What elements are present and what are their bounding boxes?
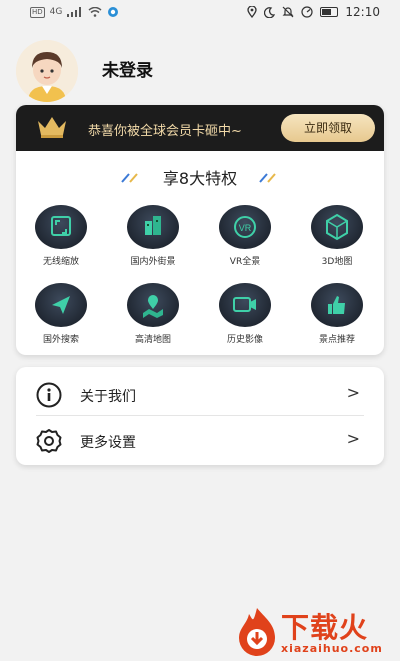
avatar-icon: [16, 40, 78, 102]
avatar[interactable]: [16, 40, 78, 102]
privilege-item-zoom[interactable]: 无线缩放: [16, 205, 106, 267]
privileges-title: 享8大特权: [162, 169, 238, 188]
settings-gear-icon: [36, 429, 62, 453]
street-view-icon: [127, 205, 179, 249]
watermark-domain: xiazaihuo.com: [281, 642, 383, 655]
map-pin-icon: [127, 283, 179, 327]
vip-card: 恭喜你被全球会员卡砸中~ 立即领取 享8大特权 无线缩放 国内外街景 VR VR…: [16, 105, 384, 355]
privilege-label: 历史影像: [226, 335, 263, 345]
location-arrow-icon: [35, 283, 87, 327]
network-type: 4G: [49, 7, 63, 17]
privilege-item-history-imagery[interactable]: 历史影像: [200, 283, 290, 345]
3d-map-icon: [311, 205, 363, 249]
privilege-item-3d-map[interactable]: 3D地图: [292, 205, 382, 267]
privilege-label: 景点推荐: [318, 335, 355, 345]
privilege-item-vr[interactable]: VR VR全景: [200, 205, 290, 267]
status-bar: HD 4G 12:10: [0, 0, 400, 26]
status-time: 12:10: [345, 5, 380, 19]
zoom-icon: [35, 205, 87, 249]
crown-icon: [38, 117, 66, 138]
menu-card: 关于我们 > 更多设置 >: [16, 367, 384, 465]
hd-badge: HD: [30, 6, 45, 18]
chevron-right-icon: >: [346, 429, 360, 448]
sparkle-right-icon: [259, 173, 276, 183]
privilege-label: 国内外街景: [130, 257, 176, 267]
status-right: 12:10: [247, 5, 380, 19]
menu-label: 更多设置: [80, 435, 136, 451]
app-notification-icon: [108, 7, 119, 17]
moon-icon: [264, 6, 276, 18]
username[interactable]: 未登录: [102, 56, 153, 81]
chevron-right-icon: >: [346, 383, 360, 402]
menu-label: 关于我们: [80, 389, 136, 405]
privilege-label: 高清地图: [134, 335, 171, 345]
menu-item-about[interactable]: 关于我们 >: [16, 371, 384, 417]
vip-banner[interactable]: 恭喜你被全球会员卡砸中~ 立即领取: [16, 105, 384, 151]
speed-icon: [301, 6, 314, 18]
vip-promo-text: 恭喜你被全球会员卡砸中~: [88, 124, 242, 139]
privilege-item-attractions[interactable]: 景点推荐: [292, 283, 382, 345]
privilege-label: 无线缩放: [42, 257, 79, 267]
privilege-label: 3D地图: [321, 257, 353, 267]
menu-item-settings[interactable]: 更多设置 >: [16, 417, 384, 463]
info-icon: [36, 382, 62, 408]
svg-text:VR: VR: [239, 223, 252, 233]
privilege-label: 国外搜索: [42, 335, 79, 345]
privilege-item-foreign-search[interactable]: 国外搜索: [16, 283, 106, 345]
thumbs-up-icon: [311, 283, 363, 327]
privilege-item-street-view[interactable]: 国内外街景: [108, 205, 198, 267]
signal-icon: [67, 7, 82, 17]
status-left: HD 4G: [30, 6, 119, 18]
vr-icon: VR: [219, 205, 271, 249]
watermark: 下载火 xiazaihuo.com: [235, 604, 395, 659]
flame-logo-icon: [239, 608, 275, 656]
claim-button[interactable]: 立即领取: [281, 114, 375, 142]
location-icon: [247, 6, 258, 18]
privilege-label: VR全景: [229, 257, 261, 267]
divider: [36, 415, 364, 416]
watermark-brand: 下载火: [281, 611, 369, 644]
privilege-item-hd-map[interactable]: 高清地图: [108, 283, 198, 345]
video-icon: [219, 283, 271, 327]
battery-icon: [320, 7, 339, 17]
wifi-icon: [88, 7, 102, 17]
mute-bell-icon: [282, 6, 294, 18]
